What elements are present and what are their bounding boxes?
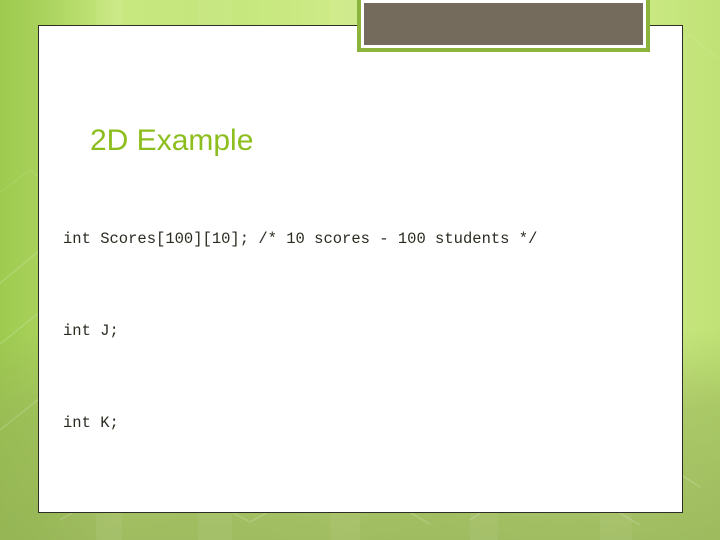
header-image-frame [357, 0, 650, 52]
page-title: 2D Example [90, 124, 254, 157]
code-block: int Scores[100][10]; /* 10 scores - 100 … [63, 162, 703, 540]
code-line: int Scores[100][10]; /* 10 scores - 100 … [63, 229, 538, 248]
slide: 2D Example int Scores[100][10]; /* 10 sc… [0, 0, 720, 540]
header-image-mat [361, 0, 646, 48]
code-line: int K; [63, 414, 119, 433]
code-line: int J; [63, 321, 119, 340]
header-image-placeholder [364, 3, 643, 45]
